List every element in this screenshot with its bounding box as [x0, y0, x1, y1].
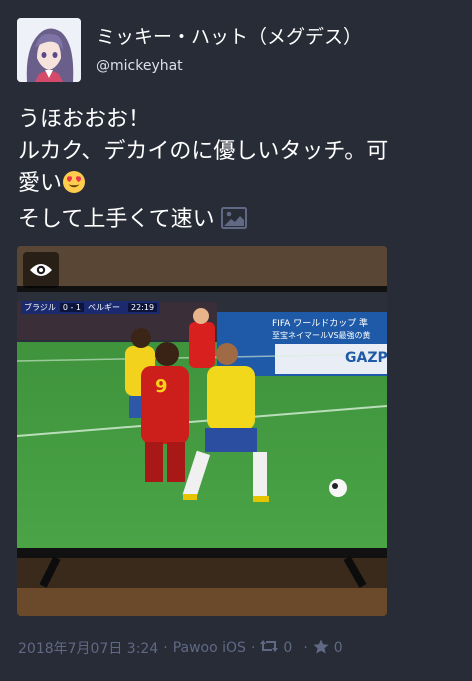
tv-clock: 22:19 [128, 303, 158, 312]
content-line-text: 愛い [18, 171, 63, 196]
display-name[interactable]: ミッキー・ハット（メグデス） [96, 22, 362, 49]
heart-eyes-emoji-icon [62, 170, 86, 204]
tv-banner-subtitle: 至宝ネイマールVS最強の黄 [272, 331, 371, 340]
separator: · [250, 640, 256, 656]
status-content: うほおおお！ ルカク、デカイのに優しいタッチ。可 愛い そして上手くて速い [18, 104, 458, 239]
favourite-count: 0 [333, 640, 343, 656]
status-card: ミッキー・ハット（メグデス） @mickeyhat うほおおお！ ルカク、デカイ… [0, 0, 472, 681]
hide-media-button[interactable] [23, 252, 59, 288]
username[interactable]: @mickeyhat [96, 58, 183, 74]
tv-banner-title: FIFA ワールドカップ 準 [272, 319, 369, 329]
eye-icon [30, 264, 52, 276]
avatar[interactable] [17, 18, 81, 82]
boost-icon[interactable] [260, 639, 279, 657]
content-line: そして上手くて速い [18, 204, 458, 239]
avatar-image [17, 18, 81, 82]
star-icon[interactable] [313, 639, 329, 658]
separator: · [303, 640, 308, 656]
application-name[interactable]: Pawoo iOS [173, 640, 246, 656]
player-number: 9 [155, 376, 168, 397]
timestamp-link[interactable]: 2018年7月07日 3:24 [18, 638, 158, 658]
content-line: うほおおお！ [18, 107, 151, 132]
separator: · [163, 640, 168, 656]
boost-count: 0 [283, 640, 293, 656]
content-line: 愛い [18, 168, 458, 204]
tv-score: 0 - 1 [59, 303, 84, 312]
tv-scoreboard: ブラジル 0 - 1 ベルギー 22:19 [21, 301, 161, 314]
picture-icon [220, 207, 247, 239]
tv-banner: FIFA ワールドカップ 準 至宝ネイマールVS最強の黄 [272, 318, 387, 342]
media-attachment[interactable]: ブラジル 0 - 1 ベルギー 22:19 FIFA ワールドカップ 準 至宝ネ… [17, 246, 387, 616]
status-meta: 2018年7月07日 3:24 · Pawoo iOS · 0 · 0 [18, 638, 349, 658]
content-line: ルカク、デカイのに優しいタッチ。可 [18, 136, 458, 168]
content-line-text: そして上手くて速い [18, 207, 215, 232]
tv-team1: ブラジル [24, 303, 56, 312]
tv-team2: ベルギー [88, 303, 120, 312]
ad-board: GAZP [345, 350, 387, 366]
content-line-text: ルカク、デカイのに優しいタッチ。可 [18, 139, 389, 164]
